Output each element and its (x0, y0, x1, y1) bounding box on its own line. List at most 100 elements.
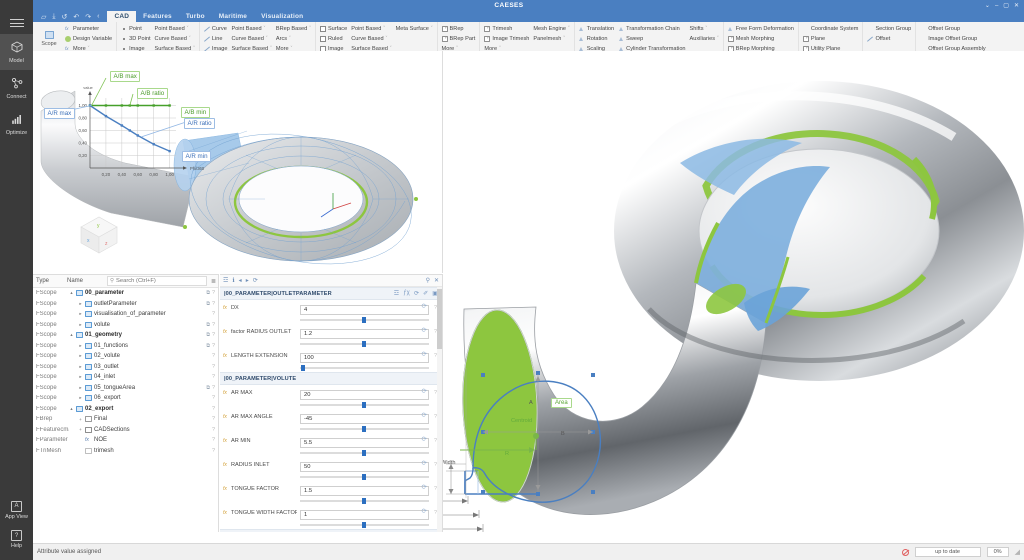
parameter-slider[interactable] (300, 340, 429, 347)
slider-handle[interactable] (362, 341, 366, 347)
ribbon-item-section-group[interactable]: Section Group (867, 24, 911, 34)
ribbon-item-panelmesh[interactable]: Panelmeshˇ (533, 34, 569, 44)
reset-icon[interactable]: ⟳ (422, 508, 427, 516)
restore-icon[interactable]: ▢ (1003, 3, 1009, 9)
chevron-down-icon[interactable]: ˇ (383, 26, 385, 32)
ribbon-item-offset[interactable]: Offset (867, 34, 911, 44)
reset-icon[interactable]: ⟳ (422, 460, 427, 468)
ribbon-item-point-based[interactable]: Point Basedˇ (155, 24, 195, 34)
ribbon-tab-cad[interactable]: CAD (107, 11, 136, 22)
ribbon-big-button-scope[interactable]: Scope (37, 24, 61, 54)
help-icon[interactable]: ? (212, 301, 215, 307)
chevron-down-icon[interactable]: ˇ (264, 26, 266, 32)
minimize-icon[interactable]: – (995, 3, 998, 9)
ribbon-item-mesh-morphing[interactable]: Mesh Morphing (728, 34, 794, 44)
ribbon-item-rotation[interactable]: Rotation (579, 34, 614, 44)
slider-handle[interactable] (362, 522, 366, 528)
tree-row[interactable]: FScope▸02_volute? (33, 351, 218, 362)
history-icon[interactable]: ↺ (62, 13, 68, 21)
parameter-slider[interactable] (300, 364, 429, 371)
ribbon-item-transformation-chain[interactable]: Transformation Chain (618, 24, 685, 34)
view-orientation-cube[interactable]: y x z (73, 209, 125, 259)
tree-row[interactable]: FParameterfxNOE? (33, 435, 218, 446)
slider-handle[interactable] (362, 426, 366, 432)
tree-expander-icon[interactable]: + (78, 417, 83, 422)
save-icon[interactable]: ⤓ (52, 13, 55, 21)
parameter-section-header[interactable]: |00_PARAMETER|OUTLETPARAMETER☲ƒχ⟳✐▣ (220, 287, 442, 300)
ribbon-item-ruled[interactable]: Ruled (320, 34, 347, 44)
tree-row[interactable]: FScope▴02_export? (33, 404, 218, 415)
ribbon-tab-visualization[interactable]: Visualization (254, 11, 310, 22)
help-icon[interactable]: ? (212, 311, 215, 317)
help-icon[interactable]: ? (212, 448, 215, 454)
ribbon-item-curve-based[interactable]: Curve Basedˇ (351, 34, 391, 44)
ribbon-item-3d-point[interactable]: 3D Point (121, 34, 150, 44)
chevron-down-icon[interactable]: ˇ (309, 26, 311, 32)
reset-icon[interactable]: ⟳ (414, 290, 419, 297)
tree-expander-icon[interactable]: ▸ (78, 374, 83, 380)
tree-row[interactable]: FScope▸04_inlet? (33, 372, 218, 383)
rail-item-app-view[interactable]: AApp View (0, 492, 33, 522)
help-icon[interactable]: ? (212, 374, 215, 380)
forward-icon[interactable]: ▸ (246, 277, 249, 284)
tree-row[interactable]: FScope▸06_export? (33, 393, 218, 404)
status-state-chip[interactable]: up to date (915, 547, 981, 557)
tree-row[interactable]: FScope▸outletParameter⧉? (33, 299, 218, 310)
ribbon-item-image-offset-group[interactable]: Image Offset Group (920, 34, 985, 44)
help-icon[interactable]: ? (212, 343, 215, 349)
parameter-value-input[interactable] (300, 438, 429, 448)
chevron-down-icon[interactable]: ˇ (187, 26, 189, 32)
link-icon[interactable]: ⧉ (206, 343, 210, 349)
chevron-down-icon[interactable]: ˇ (289, 36, 291, 42)
resize-grip-icon[interactable]: ◢ (1015, 548, 1020, 556)
ribbon-item-auxiliaries[interactable]: Auxiliariesˇ (690, 34, 719, 44)
reset-icon[interactable]: ⟳ (422, 351, 427, 359)
help-icon[interactable]: ? (212, 427, 215, 433)
parameter-scrollbar[interactable] (437, 287, 442, 532)
open-icon[interactable]: ▱ (41, 13, 46, 21)
parameter-value-input[interactable] (300, 462, 429, 472)
tree-row[interactable]: FScope▸visualisation_of_parameter? (33, 309, 218, 320)
parameter-value-input[interactable] (300, 390, 429, 400)
chevron-down-icon[interactable]: ˇ (266, 36, 268, 42)
link-icon[interactable]: ⧉ (206, 301, 210, 307)
ribbon-item-point[interactable]: Point (121, 24, 150, 34)
help-icon[interactable]: ? (212, 406, 215, 412)
close-icon[interactable]: ✕ (434, 277, 439, 284)
parameter-slider[interactable] (300, 473, 429, 480)
link-icon[interactable]: ⧉ (206, 332, 210, 338)
menu-hamburger-icon[interactable] (10, 17, 24, 29)
scrollbar-thumb[interactable] (437, 289, 442, 349)
slider-handle[interactable] (362, 498, 366, 504)
reset-icon[interactable]: ⟳ (422, 327, 427, 335)
tree-expander-icon[interactable]: ▸ (78, 322, 83, 328)
tree-row[interactable]: FScope▸03_outlet? (33, 362, 218, 373)
ribbon-item-trimesh[interactable]: Trimesh (484, 24, 529, 34)
quick-access-toolbar[interactable]: ▱⤓↺↶↷‹ (33, 13, 107, 21)
ribbon-item-curve[interactable]: Curve (204, 24, 228, 34)
filter-icon[interactable]: ☲ (223, 277, 228, 284)
parameter-slider[interactable] (300, 521, 429, 528)
redo-icon[interactable]: ↷ (85, 13, 91, 21)
rail-item-connect[interactable]: Connect (0, 70, 33, 106)
ribbon-item-free-form-deformation[interactable]: Free Form Deformation (728, 24, 794, 34)
help-icon[interactable]: ? (212, 416, 215, 422)
tree-row[interactable]: FScope▸volute⧉? (33, 320, 218, 331)
tree-row[interactable]: FFeaturecma...+CADSections? (33, 425, 218, 436)
slider-handle[interactable] (301, 365, 305, 371)
tree-expander-icon[interactable]: ▴ (69, 290, 74, 296)
help-icon[interactable]: ? (212, 364, 215, 370)
ribbon-item-meta-surface[interactable]: Meta Surfaceˇ (396, 24, 433, 34)
ribbon-item-curve-based[interactable]: Curve Basedˇ (155, 34, 195, 44)
ribbon-item-coordinate-system[interactable]: Coordinate System (803, 24, 859, 34)
close-icon[interactable]: ✕ (1014, 3, 1019, 9)
search-input[interactable] (116, 278, 204, 284)
help-icon[interactable]: ? (212, 437, 215, 443)
info-icon[interactable]: ℹ (232, 277, 234, 284)
parameter-section-header[interactable]: |00_PARAMETER|VOLUTE (220, 372, 442, 385)
slider-handle[interactable] (362, 402, 366, 408)
parameter-slider[interactable] (300, 497, 429, 504)
ribbon-item-design-variable[interactable]: Design Variable (65, 34, 112, 44)
collapse-ribbon-icon[interactable]: ⌄ (985, 3, 990, 9)
help-icon[interactable]: ? (212, 395, 215, 401)
